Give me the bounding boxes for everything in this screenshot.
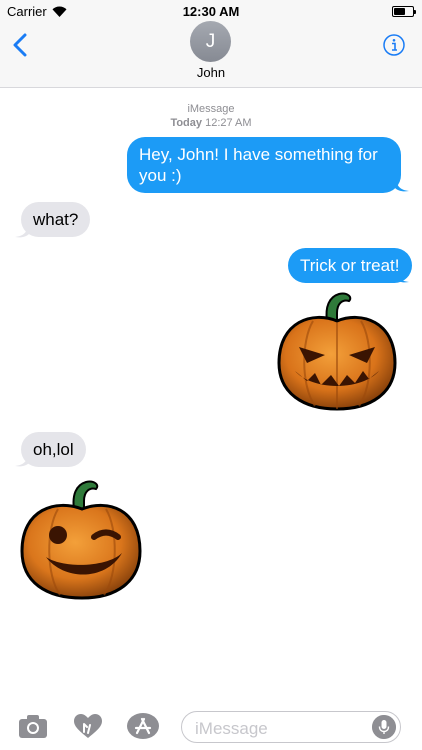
conversation-timestamp: iMessage Today 12:27 AM (0, 102, 422, 130)
status-bar: Carrier 12:30 AM (0, 0, 422, 22)
incoming-message[interactable]: what? (21, 202, 91, 237)
winking-pumpkin-sticker[interactable] (16, 477, 146, 602)
angry-pumpkin-sticker[interactable] (273, 291, 401, 413)
contact-name[interactable]: John (0, 65, 422, 80)
messages-screen: J John Carrier 12:30 AM iMessage Today 1… (0, 0, 422, 750)
outgoing-message[interactable]: Trick or treat! (288, 248, 412, 283)
outgoing-message[interactable]: Hey, John! I have something for you :) (127, 137, 401, 193)
service-label: iMessage (187, 103, 235, 115)
battery-icon (392, 6, 416, 17)
info-circle-icon[interactable] (383, 34, 405, 56)
app-store-icon[interactable] (127, 713, 159, 739)
message-input-placeholder: iMessage (195, 719, 268, 738)
message-input[interactable]: iMessage (181, 711, 401, 743)
chevron-left-icon[interactable] (10, 33, 30, 57)
status-time: 12:30 AM (182, 4, 240, 19)
timestamp-day: Today (170, 117, 203, 129)
microphone-icon[interactable] (372, 715, 396, 739)
avatar[interactable]: J (190, 21, 231, 62)
incoming-message[interactable]: oh,lol (21, 432, 86, 467)
camera-icon[interactable] (17, 713, 49, 739)
digital-touch-heart-icon[interactable] (72, 713, 104, 739)
timestamp-time: 12:27 AM (205, 117, 252, 129)
